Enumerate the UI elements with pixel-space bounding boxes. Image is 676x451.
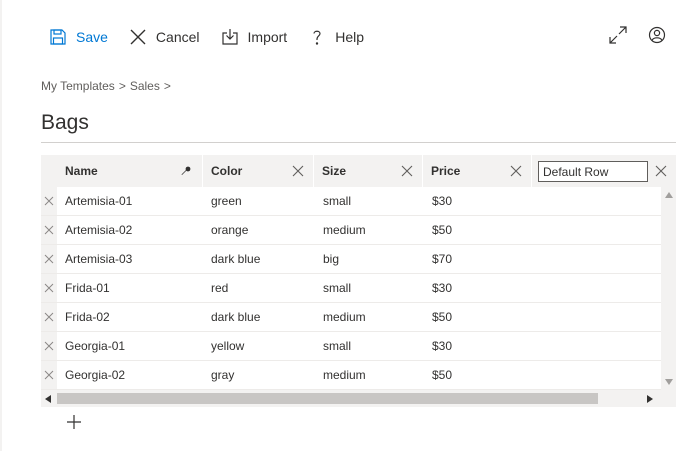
grid-header: Name Color Size Price: [41, 155, 676, 187]
data-grid: Name Color Size Price Default Row Artemi…: [41, 155, 676, 407]
table-row: Artemisia-02 orange medium $50: [41, 216, 661, 245]
close-icon[interactable]: [654, 164, 668, 178]
delete-row-icon[interactable]: [41, 245, 57, 273]
cell-price[interactable]: $50: [424, 303, 452, 331]
table-row: Artemisia-03 dark blue big $70: [41, 245, 661, 274]
delete-row-icon[interactable]: [41, 274, 57, 302]
delete-row-icon[interactable]: [41, 216, 57, 244]
column-header-label: Name: [65, 164, 98, 178]
cell-color[interactable]: green: [203, 187, 242, 215]
scroll-up-icon[interactable]: [661, 189, 676, 201]
table-row: Frida-01 red small $30: [41, 274, 661, 303]
close-icon[interactable]: [509, 164, 523, 178]
table-row: Artemisia-01 green small $30: [41, 187, 661, 216]
import-button[interactable]: Import: [220, 22, 288, 52]
column-header-label: Color: [211, 164, 243, 178]
close-icon: [128, 27, 148, 47]
column-header-color[interactable]: Color: [203, 155, 314, 187]
cell-price[interactable]: $50: [424, 361, 452, 389]
page-title: Bags: [41, 111, 89, 134]
scroll-down-icon[interactable]: [661, 376, 676, 388]
cell-name[interactable]: Georgia-02: [57, 361, 125, 389]
question-icon: [307, 27, 327, 47]
cell-size[interactable]: big: [315, 245, 339, 273]
save-icon: [48, 27, 68, 47]
cell-price[interactable]: $50: [424, 216, 452, 244]
delete-row-icon[interactable]: [41, 187, 57, 215]
save-label: Save: [76, 29, 108, 45]
cell-size[interactable]: medium: [315, 216, 366, 244]
cancel-label: Cancel: [155, 29, 200, 45]
cell-price[interactable]: $30: [424, 274, 452, 302]
column-header-label: Price: [431, 164, 461, 178]
user-icon: [648, 26, 666, 49]
column-header-name[interactable]: Name: [57, 155, 203, 187]
new-column-input[interactable]: [538, 161, 648, 182]
cell-color[interactable]: gray: [203, 361, 234, 389]
breadcrumb-item-sales[interactable]: Sales: [130, 79, 160, 93]
command-bar: Save Cancel Import Help: [48, 22, 384, 52]
import-icon: [220, 27, 240, 47]
delete-row-icon[interactable]: [41, 303, 57, 331]
cell-name[interactable]: Artemisia-02: [57, 216, 132, 244]
cell-color[interactable]: orange: [203, 216, 248, 244]
cell-size[interactable]: small: [315, 332, 351, 360]
table-row: Georgia-02 gray medium $50: [41, 361, 661, 390]
import-label: Import: [247, 29, 288, 45]
close-icon[interactable]: [291, 164, 305, 178]
help-label: Help: [335, 29, 364, 45]
add-row-button[interactable]: [64, 414, 84, 434]
scroll-left-icon[interactable]: [41, 390, 55, 407]
column-header-price[interactable]: Price: [423, 155, 532, 187]
table-row: Frida-02 dark blue medium $50: [41, 303, 661, 332]
breadcrumb-separator: >: [118, 79, 126, 93]
help-button[interactable]: Help: [307, 22, 364, 52]
cell-color[interactable]: red: [203, 274, 228, 302]
vertical-scrollbar[interactable]: [661, 187, 676, 390]
pin-icon[interactable]: [180, 165, 192, 177]
delete-row-icon[interactable]: [41, 332, 57, 360]
breadcrumb: My Templates > Sales >: [41, 79, 175, 93]
cell-color[interactable]: yellow: [203, 332, 244, 360]
cell-name[interactable]: Frida-01: [57, 274, 110, 302]
breadcrumb-separator: >: [163, 79, 171, 93]
cancel-button[interactable]: Cancel: [128, 22, 200, 52]
cell-color[interactable]: dark blue: [203, 245, 260, 273]
scroll-right-icon[interactable]: [643, 390, 657, 407]
close-icon[interactable]: [400, 164, 414, 178]
cell-price[interactable]: $30: [424, 187, 452, 215]
expand-button[interactable]: [607, 25, 629, 50]
column-header-size[interactable]: Size: [314, 155, 423, 187]
cell-price[interactable]: $30: [424, 332, 452, 360]
cell-price[interactable]: $70: [424, 245, 452, 273]
save-button[interactable]: Save: [48, 22, 108, 52]
cell-name[interactable]: Frida-02: [57, 303, 110, 331]
cell-size[interactable]: small: [315, 187, 351, 215]
plus-icon: [66, 414, 82, 435]
title-divider: [41, 142, 676, 143]
cell-name[interactable]: Artemisia-01: [57, 187, 132, 215]
scrollbar-thumb[interactable]: [57, 393, 598, 404]
cell-name[interactable]: Artemisia-03: [57, 245, 132, 273]
table-row: Georgia-01 yellow small $30: [41, 332, 661, 361]
horizontal-scrollbar[interactable]: [41, 390, 661, 407]
column-header-label: Size: [322, 164, 347, 178]
cell-color[interactable]: dark blue: [203, 303, 260, 331]
cell-size[interactable]: small: [315, 274, 351, 302]
breadcrumb-item-my-templates[interactable]: My Templates: [41, 79, 115, 93]
scrollbar-corner: [661, 390, 676, 407]
left-edge: [0, 0, 2, 451]
cell-name[interactable]: Georgia-01: [57, 332, 125, 360]
user-button[interactable]: [646, 26, 668, 48]
cell-size[interactable]: medium: [315, 303, 366, 331]
cell-size[interactable]: medium: [315, 361, 366, 389]
expand-icon: [608, 25, 628, 50]
delete-row-icon[interactable]: [41, 361, 57, 389]
